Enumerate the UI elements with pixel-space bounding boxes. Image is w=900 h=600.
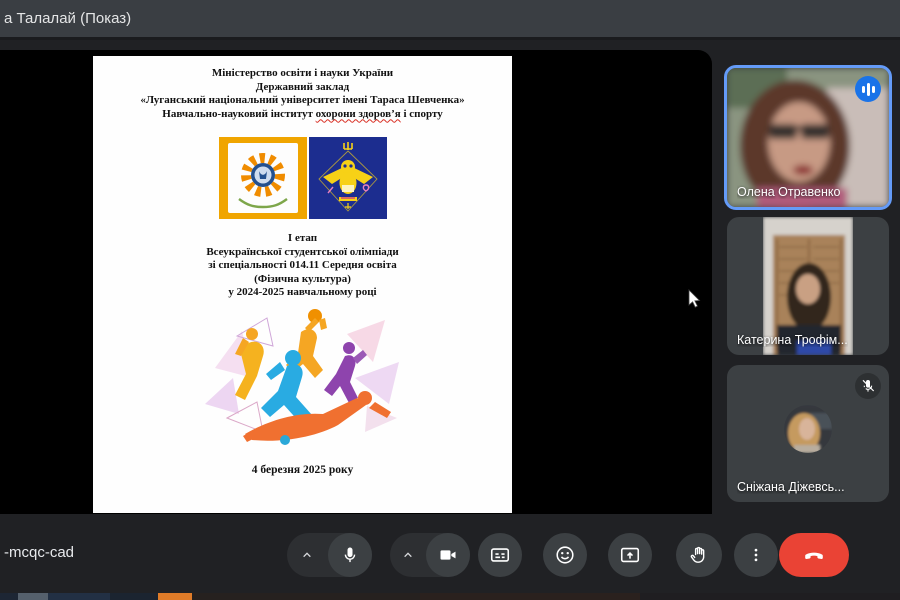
event-specialty-line: зі спеціальності 014.11 Середня освіта bbox=[208, 259, 397, 271]
captions-button[interactable] bbox=[478, 533, 522, 577]
reactions-button[interactable] bbox=[543, 533, 587, 577]
document-header: Міністерство освіти і науки України Держ… bbox=[93, 56, 512, 121]
mic-group bbox=[287, 533, 372, 577]
phone-hangup-icon bbox=[805, 552, 823, 560]
event-year-line: у 2024-2025 навчальному році bbox=[228, 286, 377, 298]
university-line: «Луганський національний університет іме… bbox=[140, 94, 465, 106]
camera-options-button[interactable] bbox=[390, 547, 426, 563]
meet-window: а Талалай (Показ) Міністерство освіти і … bbox=[0, 0, 900, 600]
event-subject-line: (Фізична культура) bbox=[254, 272, 351, 285]
hand-icon bbox=[690, 546, 705, 563]
state-institution-line: Державний заклад bbox=[255, 80, 350, 93]
event-name-line: Всеукраїнської студентської олімпіади bbox=[206, 245, 399, 258]
captions-icon bbox=[490, 548, 510, 562]
present-screen-icon bbox=[620, 547, 640, 563]
emblems-row bbox=[93, 137, 512, 219]
institute-line: Навчально-науковий інститут охорони здор… bbox=[162, 107, 443, 120]
camera-toggle-button[interactable] bbox=[426, 533, 470, 577]
three-dots-icon bbox=[754, 548, 758, 562]
camera-group bbox=[390, 533, 470, 577]
call-control-bar: -mcqc-cad bbox=[0, 514, 900, 593]
participant-tile-kateryna[interactable]: Катерина Трофім... bbox=[727, 217, 889, 355]
spellchecked-fragment: охорони здоров’я bbox=[315, 107, 401, 120]
ministry-line: Міністерство освіти і науки України bbox=[211, 67, 394, 79]
event-stage-line: І етап bbox=[287, 232, 318, 244]
meeting-code: -mcqc-cad bbox=[4, 544, 75, 561]
event-title-block: І етап Всеукраїнської студентської олімп… bbox=[93, 232, 512, 300]
mic-options-button[interactable] bbox=[289, 547, 325, 563]
shared-screen-area: Міністерство освіти і науки України Держ… bbox=[0, 50, 712, 514]
presenter-name-label: а Талалай (Показ) bbox=[4, 10, 132, 27]
document-date: 4 березня 2025 року bbox=[251, 463, 354, 476]
raise-hand-button[interactable] bbox=[676, 533, 722, 577]
participant-name: Олена Отравенко bbox=[737, 185, 841, 199]
video-camera-icon bbox=[440, 550, 456, 560]
presenter-banner: а Талалай (Показ) bbox=[0, 0, 900, 40]
mic-off-icon bbox=[855, 373, 881, 399]
participant-tile-olena[interactable]: Олена Отравенко bbox=[724, 65, 892, 210]
microphone-icon bbox=[344, 547, 356, 563]
university-emblem-icon bbox=[218, 137, 307, 219]
mic-toggle-button[interactable] bbox=[328, 533, 372, 577]
participant-name: Катерина Трофім... bbox=[737, 333, 848, 347]
participant-tile-snizhana[interactable]: Сніжана Діжевсь... bbox=[727, 365, 889, 502]
sports-illustration bbox=[93, 306, 512, 448]
os-taskbar-sliver bbox=[0, 593, 900, 600]
smiley-icon bbox=[556, 546, 574, 564]
presentation-title-page: Міністерство освіти і науки України Держ… bbox=[93, 56, 512, 513]
participant-name: Сніжана Діжевсь... bbox=[737, 480, 845, 494]
present-screen-button[interactable] bbox=[608, 533, 652, 577]
more-options-button[interactable] bbox=[734, 533, 778, 577]
participant-avatar bbox=[784, 405, 832, 453]
end-call-button[interactable] bbox=[779, 533, 849, 577]
institute-owl-emblem-icon bbox=[308, 137, 387, 219]
mouse-cursor bbox=[688, 289, 702, 314]
audio-waves-icon bbox=[855, 76, 881, 102]
